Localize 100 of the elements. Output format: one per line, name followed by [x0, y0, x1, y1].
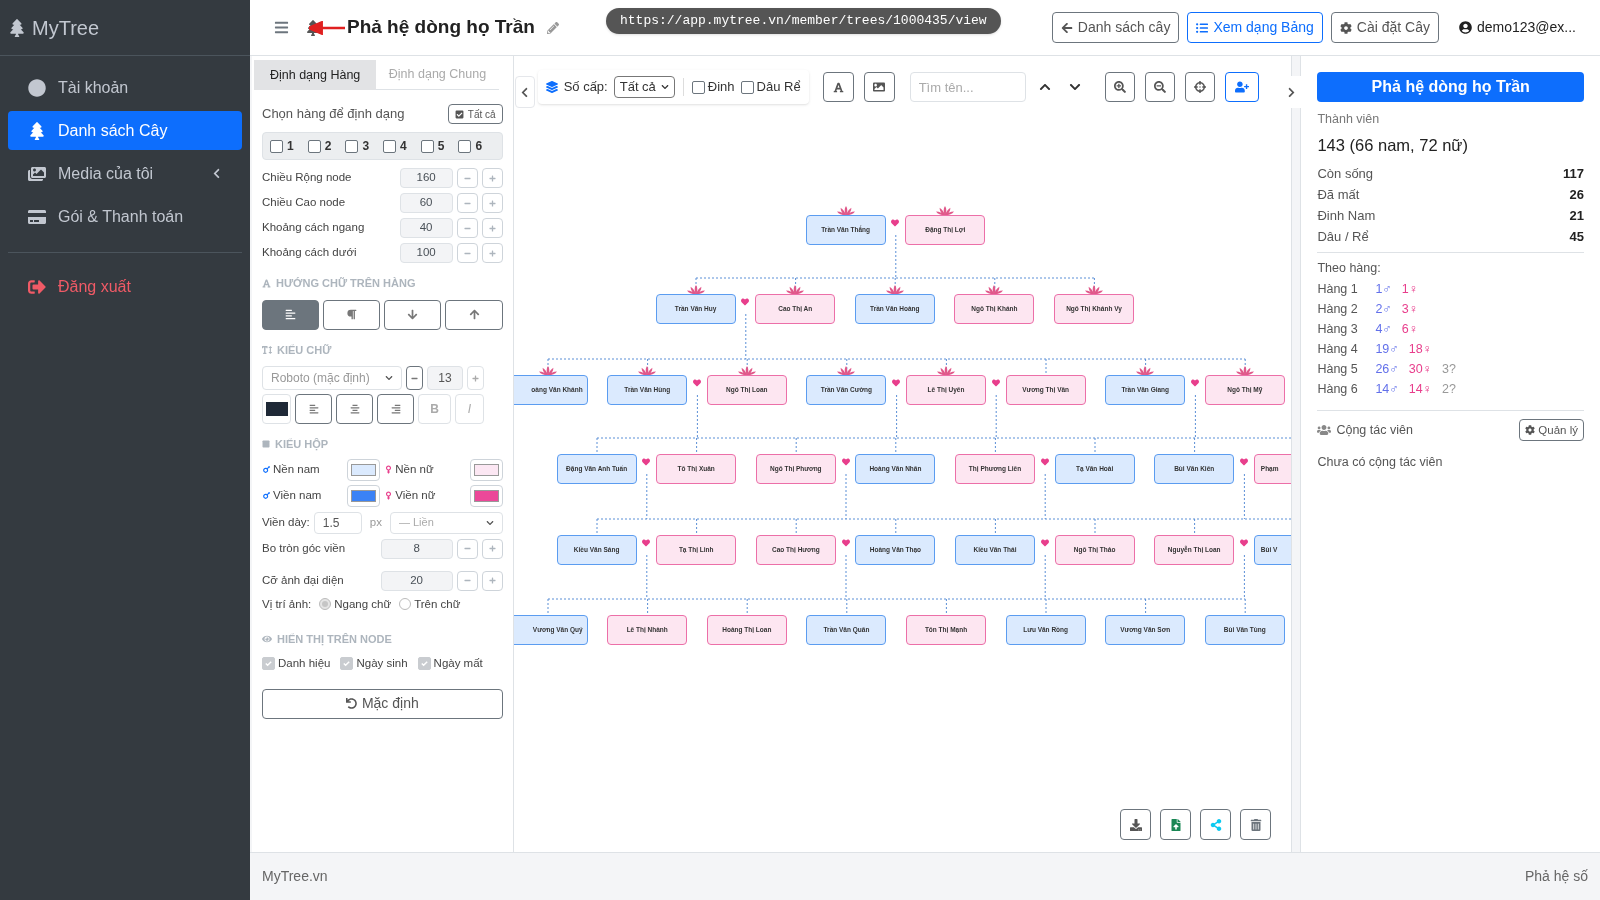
direction-button[interactable] — [445, 299, 503, 330]
checkbox[interactable] — [383, 139, 397, 153]
user-email[interactable]: demo123@ex... — [1476, 17, 1576, 38]
number-field[interactable]: 8 — [380, 538, 453, 559]
color-swatch[interactable] — [473, 463, 499, 476]
minus-button[interactable] — [406, 366, 423, 390]
direction-button[interactable] — [384, 299, 442, 330]
sidebar-item[interactable]: Danh sách Cây — [8, 111, 242, 150]
sidebar-item[interactable]: Tài khoản — [8, 68, 242, 107]
tab[interactable]: Định dạng Hàng — [254, 60, 377, 90]
arrow-left-icon — [1060, 21, 1073, 34]
number-field[interactable]: 60 — [399, 193, 453, 213]
zoom-in-icon — [1113, 81, 1126, 93]
trash-icon — [1249, 818, 1262, 831]
stat-label: Còn sống — [1317, 165, 1374, 184]
download-button[interactable] — [1120, 809, 1152, 840]
empty-message: Chưa có cộng tác viên — [1317, 454, 1444, 472]
font-size-field[interactable]: 13 — [427, 366, 463, 390]
border-width-field[interactable]: 1.5 — [313, 511, 362, 534]
sidebar-item[interactable]: Media của tôi — [8, 154, 242, 193]
upload-button[interactable] — [1160, 809, 1192, 840]
checkbox-icon — [454, 109, 464, 119]
settings-icon — [1339, 21, 1352, 34]
image-button[interactable] — [863, 72, 895, 102]
user-icon — [1458, 21, 1472, 34]
add-person-button[interactable] — [1224, 72, 1259, 102]
header-button[interactable]: Cài đặt Cây — [1330, 12, 1439, 43]
field-label: Nền nữ — [395, 461, 434, 477]
list-icon — [1196, 21, 1209, 34]
checkbox[interactable] — [740, 80, 754, 94]
tree-icon — [28, 121, 46, 140]
unknown-count: 3? — [1442, 361, 1456, 379]
checkbox[interactable] — [262, 657, 275, 671]
brand-name[interactable]: MyTree — [32, 12, 100, 43]
field-label: Viền dày: — [262, 514, 310, 530]
logout-link[interactable]: Đăng xuất — [8, 269, 242, 305]
center-button[interactable] — [1184, 72, 1215, 102]
checkbox[interactable] — [345, 139, 359, 153]
row-number: 2 — [324, 138, 332, 155]
level-select[interactable]: Tất cả — [613, 76, 675, 98]
select-all-button[interactable]: Tất cả — [447, 104, 503, 124]
collapse-left-button[interactable] — [514, 76, 535, 108]
tree-title-button[interactable]: Phả hệ dòng họ Trần — [1317, 72, 1584, 102]
radio-button[interactable] — [319, 598, 332, 611]
align-button[interactable] — [377, 394, 414, 424]
number-field[interactable]: 160 — [399, 168, 453, 188]
edit-icon[interactable] — [546, 21, 559, 34]
footer-brand[interactable]: MyTree.vn — [262, 866, 328, 887]
field-label: Cỡ ảnh đại diện — [262, 572, 344, 588]
number-field[interactable]: 20 — [380, 570, 453, 591]
header-button[interactable]: Danh sách cây — [1051, 12, 1180, 43]
previous-icon[interactable] — [1038, 81, 1051, 93]
direction-button[interactable] — [323, 299, 381, 330]
field-label: Viền nữ — [395, 487, 436, 503]
pointer-arrow — [309, 20, 345, 35]
checkbox[interactable] — [307, 139, 321, 153]
search-field[interactable]: Tìm tên... — [909, 72, 1026, 102]
stat-value: 21 — [1569, 207, 1584, 226]
font-button[interactable] — [822, 72, 854, 102]
field-label: Nền nam — [273, 461, 320, 477]
number-field[interactable]: 100 — [399, 243, 453, 263]
section-heading: HƯỚNG CHỮ TRÊN HÀNG — [276, 276, 416, 291]
male-count: 2♂ — [1375, 301, 1392, 319]
checkbox[interactable] — [340, 657, 354, 671]
radio-label: Ngang chữ — [334, 596, 392, 612]
page-title: Phả hệ dòng họ Trần — [347, 15, 535, 40]
row-label: Hàng 4 — [1317, 341, 1359, 359]
share-icon — [1209, 818, 1222, 831]
color-swatch[interactable] — [351, 463, 377, 476]
circle-icon — [28, 78, 46, 97]
align-button[interactable] — [295, 394, 332, 424]
checkbox[interactable] — [417, 657, 431, 671]
next-icon[interactable] — [1068, 81, 1081, 93]
images-icon — [28, 164, 46, 183]
header-button[interactable]: Xem dạng Bảng — [1187, 12, 1323, 43]
checkbox[interactable] — [270, 139, 283, 153]
section-label: Chọn hàng để định dạng — [262, 105, 405, 124]
color-swatch[interactable] — [351, 489, 377, 502]
row-label: Hàng 5 — [1317, 361, 1359, 379]
radio-button[interactable] — [399, 598, 412, 611]
align-left-icon — [285, 309, 297, 320]
color-swatch[interactable] — [473, 489, 499, 502]
align-button[interactable] — [336, 394, 373, 424]
delete-button[interactable] — [1240, 809, 1272, 840]
direction-button[interactable] — [262, 299, 320, 330]
manage-button[interactable]: Quản lý — [1519, 419, 1584, 442]
number-field[interactable]: 40 — [399, 218, 453, 238]
checkbox[interactable] — [458, 139, 472, 153]
checkbox-label: Ngày sinh — [356, 656, 408, 672]
zoom-in-button[interactable] — [1104, 72, 1135, 102]
menu-icon[interactable] — [274, 20, 289, 35]
share-button[interactable] — [1200, 809, 1232, 840]
reset-button[interactable]: Mặc định — [262, 688, 503, 719]
sidebar-item[interactable]: Gói & Thanh toán — [8, 197, 242, 236]
zoom-out-button[interactable] — [1144, 72, 1175, 102]
checkbox[interactable] — [420, 139, 434, 153]
footer-text: Phả hệ số — [1524, 867, 1588, 886]
checkbox[interactable] — [691, 80, 705, 94]
text-color-swatch[interactable] — [262, 394, 291, 424]
plus-icon — [472, 374, 479, 382]
